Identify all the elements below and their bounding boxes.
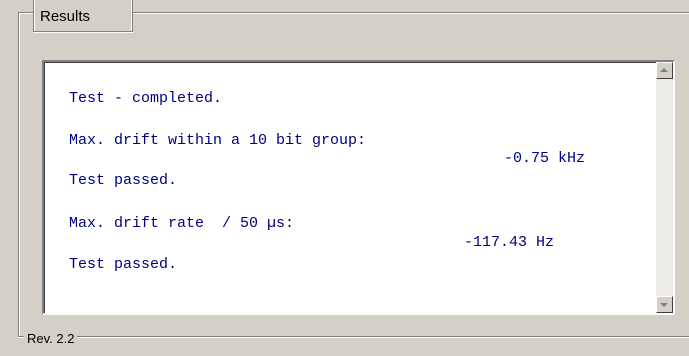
result-line-test-passed-1: Test passed. bbox=[69, 172, 178, 189]
result-value-max-drift-rate: -117.43 Hz bbox=[464, 234, 555, 251]
vertical-scrollbar[interactable] bbox=[656, 62, 673, 313]
scroll-up-arrow-icon[interactable] bbox=[656, 62, 673, 79]
group-box-left-edge bbox=[18, 320, 19, 337]
group-box-bottom-edge bbox=[18, 336, 689, 337]
scroll-down-arrow-icon[interactable] bbox=[656, 296, 673, 313]
results-text-content: Test - completed. Max. drift within a 10… bbox=[44, 62, 656, 313]
result-value-max-drift-group: -0.75 kHz bbox=[504, 150, 586, 167]
result-line-test-passed-2: Test passed. bbox=[69, 256, 178, 273]
revision-label: Rev. 2.2 bbox=[24, 331, 78, 346]
results-text-box[interactable]: Test - completed. Max. drift within a 10… bbox=[42, 60, 675, 315]
results-group-title: Results bbox=[40, 8, 91, 25]
result-line-max-drift-rate: Max. drift rate / 50 µs: bbox=[69, 215, 295, 232]
result-line-max-drift-group: Max. drift within a 10 bit group: bbox=[69, 132, 367, 149]
result-line-test-completed: Test - completed. bbox=[69, 90, 223, 107]
results-group-title-box: Results bbox=[33, 0, 133, 32]
